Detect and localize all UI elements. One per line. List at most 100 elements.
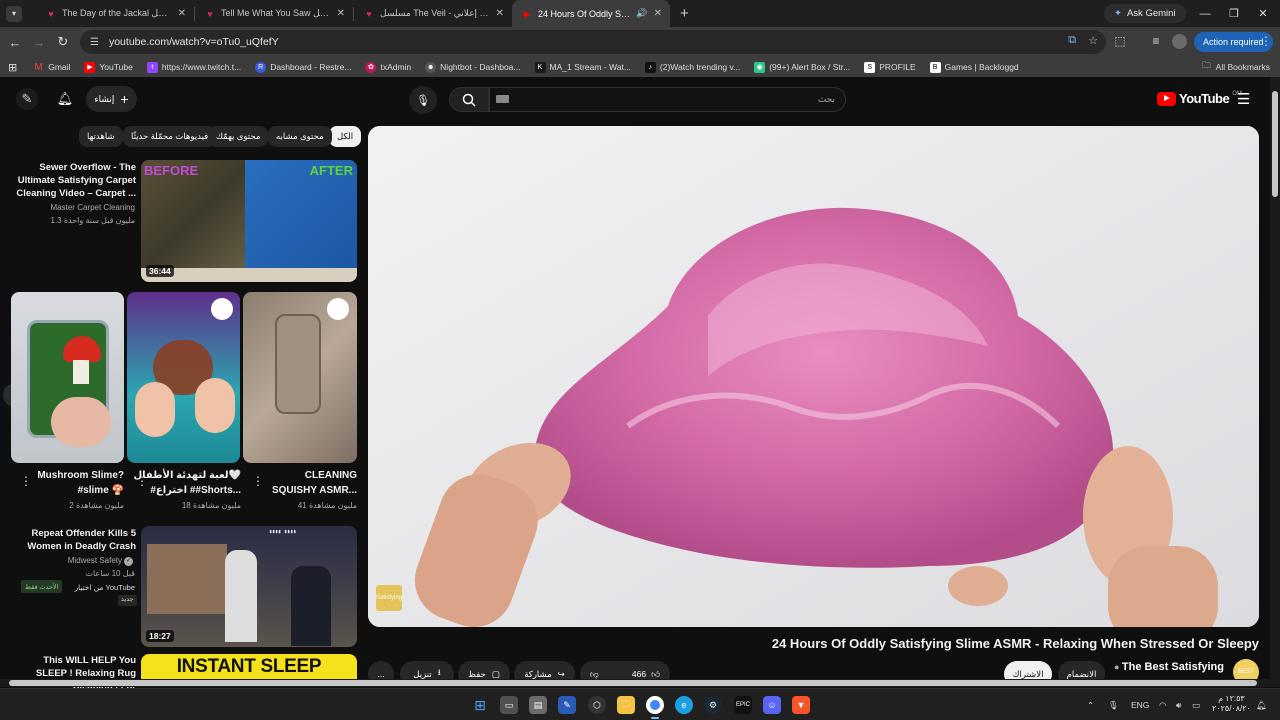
short-title-line2[interactable]: #اختراع ##Shorts...: [150, 483, 241, 498]
channel-name[interactable]: Midwest Safety: [68, 556, 122, 565]
pen-app-icon[interactable]: ✎: [558, 696, 576, 714]
edge-icon[interactable]: e: [675, 696, 693, 714]
hexagon-app-icon[interactable]: ⬡: [588, 696, 606, 714]
account-avatar[interactable]: ✎: [16, 88, 38, 110]
video-thumbnail-carpet[interactable]: BEFORE AFTER 36:44: [141, 160, 357, 282]
channel-watermark[interactable]: Satisfying: [376, 585, 402, 611]
speaker-icon[interactable]: 🔊: [636, 8, 647, 19]
forward-arrow-icon[interactable]: →: [27, 30, 51, 54]
bookmark-tiktok[interactable]: ♪ (2)Watch trending v...: [644, 61, 740, 73]
language-indicator[interactable]: ENG: [1131, 689, 1149, 720]
chip-recently-uploaded[interactable]: فيديوهات محمّلة حديثًا: [123, 126, 217, 147]
ask-gemini-button[interactable]: ✦ Ask Gemini: [1104, 4, 1186, 23]
short-menu-kebab-icon[interactable]: ⋮: [20, 474, 32, 488]
short-thumbnail-squishy[interactable]: [243, 292, 357, 463]
like-button[interactable]: 466 👍︎: [632, 669, 660, 680]
voice-search-icon[interactable]: 🎙︎: [409, 86, 437, 114]
video-thumbnail-crash[interactable]: ▮▮▮▮ ▮▮▮▮ 18:27: [141, 526, 357, 647]
short-title[interactable]: Mushroom Slime?: [37, 468, 124, 483]
all-bookmarks[interactable]: 🗀 All Bookmarks: [1202, 57, 1270, 77]
short-title[interactable]: CLEANING: [305, 468, 357, 483]
bookmark-restream[interactable]: R Dashboard - Restre...: [255, 61, 351, 73]
bookmark-backloggd[interactable]: B Games | Backloggd: [929, 61, 1019, 73]
chip-all[interactable]: الكل: [329, 126, 362, 147]
video-title[interactable]: Repeat Offender Kills 5 Women in Deadly …: [10, 527, 136, 553]
chip-related[interactable]: محتوى مشابه: [268, 126, 332, 147]
short-title-line2[interactable]: SQUISHY ASMR...: [272, 483, 357, 498]
dislike-icon[interactable]: 👎︎: [590, 669, 599, 680]
bookmark-twitch[interactable]: t https://www.twitch.t...: [146, 61, 241, 73]
notification-bell-icon[interactable]: 🔔︎: [1256, 689, 1267, 720]
reload-icon[interactable]: ↻: [51, 30, 75, 54]
discord-icon[interactable]: ☺: [763, 696, 781, 714]
keyboard-icon[interactable]: [496, 95, 509, 103]
channel-name-main[interactable]: ● The Best Satisfying: [1114, 661, 1224, 673]
store-icon[interactable]: ▤: [529, 696, 547, 714]
close-icon[interactable]: ✕: [178, 8, 186, 19]
extensions-icon[interactable]: ⬚: [1110, 30, 1130, 52]
channel-name[interactable]: Master Carpet Cleaning: [51, 203, 135, 212]
short-thumbnail-toy[interactable]: [127, 292, 240, 463]
address-bar[interactable]: ☰ youtube.com/watch?v=oTu0_uQfefY ⧉ ☆: [80, 30, 1106, 54]
short-menu-kebab-icon[interactable]: ⋮: [252, 474, 264, 488]
horizontal-scrollbar-thumb[interactable]: [9, 680, 1257, 686]
hamburger-menu-icon[interactable]: ☰: [1237, 90, 1250, 108]
vertical-scrollbar-thumb[interactable]: [1272, 91, 1278, 197]
profile-avatar[interactable]: [1172, 34, 1187, 49]
bookmark-txadmin[interactable]: ✿ txAdmin: [365, 61, 411, 73]
video-thumbnail-sleep[interactable]: INSTANT SLEEP: [141, 654, 357, 679]
brave-icon[interactable]: ▼: [792, 696, 810, 714]
microphone-tray-icon[interactable]: 🎙︎: [1108, 689, 1119, 720]
short-title-line2[interactable]: #slime 🍄: [78, 483, 124, 498]
chip-for-you[interactable]: محتوى يهمّك: [208, 126, 269, 147]
search-input[interactable]: بحث: [489, 87, 846, 112]
close-icon[interactable]: ✕: [654, 8, 662, 19]
system-clock[interactable]: ١٢:٥٣ م ٢٠٢٥/٠٨/٢٠: [1212, 694, 1251, 714]
close-icon[interactable]: ✕: [337, 8, 345, 19]
tab-day-of-the-jackal[interactable]: ♥ The Day of the Jackal مسلسل ✕: [36, 0, 194, 27]
search-button[interactable]: [449, 87, 489, 112]
horizontal-scrollbar[interactable]: [0, 679, 1270, 687]
short-title[interactable]: لعبة لتهدئة الأطفال🤍: [133, 468, 241, 483]
reading-list-icon[interactable]: ≡: [1146, 30, 1166, 52]
back-arrow-icon[interactable]: ←: [3, 30, 27, 54]
steam-icon[interactable]: ⚙: [704, 696, 722, 714]
youtube-logo[interactable]: YouTube OM: [1157, 91, 1242, 106]
bookmark-gmail[interactable]: M Gmail: [33, 62, 71, 73]
create-button[interactable]: إنشاء +: [86, 86, 137, 112]
bookmark-star-icon[interactable]: ☆: [1088, 34, 1098, 47]
file-explorer-icon[interactable]: 🗀: [617, 696, 635, 714]
video-title[interactable]: Sewer Overflow - The Ultimate Satisfying…: [10, 161, 136, 200]
bookmark-alert-box[interactable]: ◉ (99+) Alert Box / Str...: [754, 61, 850, 73]
chrome-icon[interactable]: [646, 696, 664, 719]
wifi-icon[interactable]: ◠: [1159, 689, 1166, 720]
tab-the-veil[interactable]: ♥ مسلسل The Veil - فاصل إعلاني ✕: [354, 0, 512, 27]
bookmark-nightbot[interactable]: ☻ Nightbot - Dashboa...: [425, 61, 521, 73]
bookmark-youtube[interactable]: ▶ YouTube: [84, 61, 133, 73]
battery-icon[interactable]: ▭: [1192, 689, 1200, 720]
tray-chevron-icon[interactable]: ⌃: [1087, 689, 1094, 720]
menu-kebab-icon[interactable]: ⋮: [1256, 30, 1276, 52]
bookmark-ma1-stream[interactable]: K MA_1 Stream - Wat...: [534, 61, 631, 73]
windows-start-icon[interactable]: ⊞: [471, 696, 489, 714]
epic-games-icon[interactable]: EPIC: [734, 696, 752, 714]
minimize-icon[interactable]: —: [1189, 0, 1221, 27]
chip-watched[interactable]: شاهدتها: [79, 126, 123, 147]
window-close-icon[interactable]: ✕: [1247, 0, 1279, 27]
volume-icon[interactable]: 🔊︎: [1176, 689, 1181, 720]
short-thumbnail-mushroom[interactable]: [11, 292, 124, 463]
bookmark-profile[interactable]: S PROFILE: [864, 61, 916, 73]
tab-active-youtube[interactable]: ▶ 24 Hours Of Oddly Satisfyi 🔊 ✕: [512, 0, 670, 27]
tab-tell-me-what-you-saw[interactable]: ♥ Tell Me What You Saw مسلسل ✕: [195, 0, 353, 27]
site-settings-icon[interactable]: ☰: [90, 37, 99, 48]
restore-icon[interactable]: ❐: [1218, 0, 1250, 27]
apps-grid-icon[interactable]: ⊞: [8, 61, 17, 74]
tab-search-icon[interactable]: ▾: [6, 5, 22, 22]
vertical-scrollbar[interactable]: [1270, 77, 1280, 687]
new-tab-icon[interactable]: +: [680, 5, 689, 22]
video-player[interactable]: Satisfying: [368, 126, 1259, 627]
task-view-icon[interactable]: ▭: [500, 696, 518, 714]
close-icon[interactable]: ✕: [496, 8, 504, 19]
translate-icon[interactable]: ⧉: [1068, 34, 1076, 47]
notifications-bell-icon[interactable]: 🔔︎: [54, 89, 76, 109]
